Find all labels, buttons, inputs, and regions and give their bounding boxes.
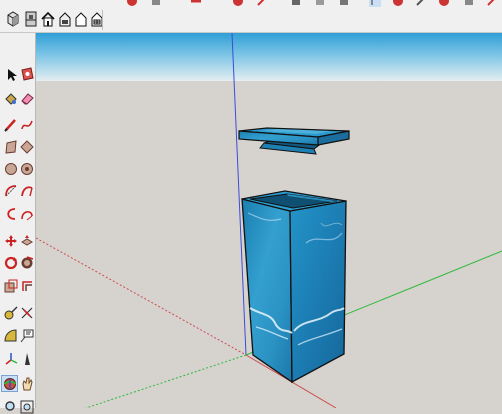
toolbar-separator <box>102 10 103 30</box>
rotated-rectangle-tool[interactable] <box>19 139 34 154</box>
upper-toolbar-strip <box>0 0 502 7</box>
orbit-tool[interactable] <box>1 375 18 392</box>
make-component-tool[interactable] <box>19 66 34 81</box>
two-point-arc-tool[interactable] <box>3 206 18 221</box>
toolbar-icon[interactable] <box>438 0 450 6</box>
paint-bucket-tool[interactable] <box>3 90 18 105</box>
pie-tool[interactable] <box>19 183 34 198</box>
dimension-tool[interactable] <box>19 305 34 320</box>
top-view-icon[interactable] <box>23 10 38 28</box>
zoom-window-tool[interactable] <box>19 399 34 414</box>
freehand-tool[interactable] <box>19 117 34 132</box>
views-toolbar <box>0 7 502 33</box>
eraser-tool[interactable] <box>19 90 34 105</box>
toolbar-icon[interactable] <box>338 0 350 5</box>
axes-tool[interactable] <box>3 351 18 366</box>
toolbar-icon[interactable] <box>314 0 326 5</box>
large-tool-set <box>0 33 36 413</box>
line-tool[interactable] <box>3 117 18 132</box>
toolbar-icon[interactable] <box>415 0 427 6</box>
toolbar-icon[interactable] <box>126 0 138 6</box>
home-front-view-icon[interactable] <box>40 10 55 28</box>
select-tool[interactable] <box>3 67 18 82</box>
follow-me-tool[interactable] <box>19 255 34 270</box>
toolbar-icon[interactable] <box>290 0 302 5</box>
3d-text-tool[interactable] <box>19 351 34 366</box>
iso-view-icon[interactable] <box>5 10 20 28</box>
house-right-view-icon[interactable] <box>57 10 72 28</box>
toolbar-icon[interactable] <box>256 0 268 6</box>
zoom-tool[interactable] <box>3 399 18 414</box>
scene <box>36 33 502 408</box>
box[interactable] <box>241 190 347 384</box>
toolbar-icon[interactable] <box>232 0 244 6</box>
text-tool[interactable] <box>19 328 34 343</box>
move-tool[interactable] <box>3 233 18 248</box>
three-point-arc-tool[interactable] <box>19 206 34 221</box>
rectangle-tool[interactable] <box>3 139 18 154</box>
circle-tool[interactable] <box>3 161 18 176</box>
house-back-view-icon[interactable] <box>73 10 88 28</box>
offset-tool[interactable] <box>19 278 34 293</box>
model-viewport[interactable] <box>36 33 502 408</box>
protractor-tool[interactable] <box>3 328 18 343</box>
arc-tool[interactable] <box>3 183 18 198</box>
toolbar-icon[interactable] <box>392 0 404 6</box>
polygon-tool[interactable] <box>19 161 34 176</box>
toolbar-icon[interactable] <box>369 0 381 7</box>
toolbar-icon[interactable] <box>190 0 202 4</box>
sky <box>36 33 502 81</box>
pan-tool[interactable] <box>19 376 34 391</box>
tape-measure-tool[interactable] <box>3 305 18 320</box>
rotate-tool[interactable] <box>3 255 18 270</box>
push-pull-tool[interactable] <box>19 233 34 248</box>
scale-tool[interactable] <box>3 278 18 293</box>
toolbar-icon[interactable] <box>486 0 498 6</box>
toolbar-icon[interactable] <box>463 0 475 5</box>
toolbar-icon[interactable] <box>150 0 162 5</box>
